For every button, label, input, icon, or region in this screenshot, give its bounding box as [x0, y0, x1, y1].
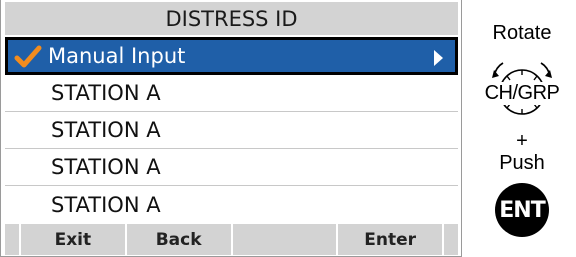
list-item-label: STATION A: [51, 155, 161, 179]
ent-button[interactable]: ENT: [495, 183, 549, 237]
list-item-label: Manual Input: [48, 44, 186, 68]
list-item-station[interactable]: STATION A: [5, 149, 458, 186]
list-item-station[interactable]: STATION A: [5, 112, 458, 149]
softkey-spacer-right: [444, 224, 458, 255]
list-item-station[interactable]: STATION A: [5, 75, 458, 112]
plus-label: +: [516, 130, 528, 152]
softkey-bar: Exit Back Enter: [5, 224, 458, 255]
control-instructions: Rotate CH/GRP + Push ENT: [468, 0, 576, 257]
softkey-blank[interactable]: [233, 224, 339, 255]
push-label: Push: [499, 152, 545, 174]
list-item-label: STATION A: [51, 192, 161, 217]
list-item-label: STATION A: [51, 118, 161, 142]
arrow-right-icon: [434, 50, 443, 66]
knob-label: CH/GRP: [468, 82, 576, 105]
radio-screen: DISTRESS ID Manual Input STATION A STATI…: [0, 0, 462, 257]
softkey-back[interactable]: Back: [127, 224, 233, 255]
softkey-exit[interactable]: Exit: [21, 224, 127, 255]
list-item-station[interactable]: STATION A: [5, 186, 458, 223]
softkey-enter[interactable]: Enter: [338, 224, 444, 255]
softkey-spacer-left: [5, 224, 21, 255]
screen-title: DISTRESS ID: [5, 2, 458, 35]
screen-title-text: DISTRESS ID: [165, 6, 298, 31]
station-list: Manual Input STATION A STATION A STATION…: [5, 37, 458, 223]
check-icon: [14, 45, 42, 68]
list-item-manual-input[interactable]: Manual Input: [5, 37, 458, 75]
rotate-label: Rotate: [492, 22, 552, 44]
list-item-label: STATION A: [51, 81, 161, 105]
ent-button-label: ENT: [499, 197, 545, 223]
